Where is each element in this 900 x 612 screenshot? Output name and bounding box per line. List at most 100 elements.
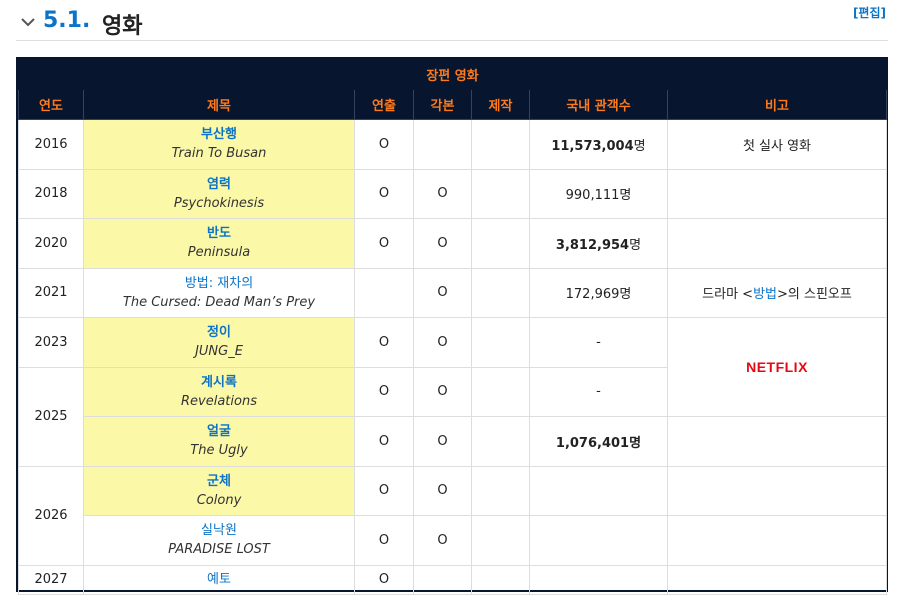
note-link[interactable]: 방법 <box>753 287 777 302</box>
film-title-en: Colony <box>196 492 242 508</box>
col-header-produce: 제작 <box>471 89 530 120</box>
note-cell: 드라마 <방법>의 스핀오프 <box>667 267 887 318</box>
direct-cell: O <box>354 416 414 467</box>
film-title-en: PARADISE LOST <box>168 542 270 558</box>
title-cell: 반도 Peninsula <box>83 218 355 269</box>
script-cell: O <box>413 465 472 516</box>
section-header: 5.1. 영화 [편집] <box>16 6 888 41</box>
produce-cell <box>471 416 530 467</box>
film-title-link[interactable]: 정이 <box>84 323 354 342</box>
film-title-link[interactable]: 염력 <box>84 175 354 194</box>
audience-value: 1,076,401 <box>555 435 630 451</box>
audience-cell: 1,076,401명 <box>529 416 668 467</box>
netflix-logo: NETFLIX <box>746 358 808 375</box>
note-cell <box>667 218 887 269</box>
film-title-en: The Ugly <box>190 443 248 459</box>
table-caption: 장편 영화 <box>18 59 887 90</box>
year-cell: 2016 <box>18 119 84 170</box>
film-title-link[interactable]: 계시록 <box>84 373 354 392</box>
script-cell: O <box>413 366 472 417</box>
audience-cell: 990,111명 <box>529 168 668 219</box>
script-cell <box>413 564 472 595</box>
note-suffix: >의 스핀오프 <box>777 287 852 303</box>
year-cell: 2018 <box>18 168 84 219</box>
year-cell: 2025 <box>18 366 84 467</box>
film-title-link[interactable]: 부산행 <box>84 125 354 144</box>
audience-value: 990,111 <box>565 188 620 204</box>
note-cell <box>667 416 887 467</box>
script-cell: O <box>413 416 472 467</box>
produce-cell <box>471 465 530 516</box>
produce-cell <box>471 564 530 595</box>
film-title-link[interactable]: 군체 <box>84 472 354 491</box>
produce-cell <box>471 317 530 368</box>
title-cell: 예토 <box>83 564 355 595</box>
audience-cell: - <box>529 317 668 368</box>
table-row: 2018 염력 Psychokinesis O O 990,111명 <box>18 168 887 219</box>
produce-cell <box>471 515 530 566</box>
col-header-note: 비고 <box>667 89 887 120</box>
direct-cell: O <box>354 515 414 566</box>
note-cell <box>667 564 887 595</box>
table-row: 실낙원 PARADISE LOST O O <box>19 515 887 566</box>
film-title-en: JUNG_E <box>195 344 243 360</box>
table-row: 2021 방법: 재차의 The Cursed: Dead Man’s Prey… <box>18 267 887 318</box>
film-title-link[interactable]: 얼굴 <box>84 422 354 441</box>
direct-cell <box>354 267 414 318</box>
table-row: 2027 예토 O <box>18 564 887 595</box>
audience-unit: 명 <box>633 138 646 154</box>
film-title-en: The Cursed: Dead Man’s Prey <box>122 294 316 310</box>
audience-cell <box>529 515 668 566</box>
films-table: 장편 영화 연도 제목 연출 각본 제작 국내 관객수 비고 2016 부산행 … <box>16 57 888 595</box>
audience-unit: 명 <box>619 287 632 303</box>
title-cell: 군체 Colony <box>83 465 355 516</box>
film-title-en: Peninsula <box>187 245 251 261</box>
year-cell: 2026 <box>18 465 84 566</box>
direct-cell: O <box>354 218 414 269</box>
edit-link[interactable]: [편집] <box>853 4 886 21</box>
table-row: 2026 군체 Colony O O <box>18 465 887 566</box>
audience-unit: 명 <box>629 435 642 451</box>
script-cell <box>413 119 472 170</box>
year-cell: 2023 <box>18 317 84 368</box>
audience-cell: 11,573,004명 <box>529 119 668 170</box>
col-header-script: 각본 <box>413 89 472 120</box>
title-cell: 실낙원 PARADISE LOST <box>83 515 355 566</box>
title-cell: 정이 JUNG_E <box>83 317 355 368</box>
section-number: 5.1. <box>43 8 91 33</box>
film-title-en: Psychokinesis <box>173 195 265 211</box>
note-prefix: 드라마 < <box>702 287 754 303</box>
direct-cell: O <box>354 119 414 170</box>
audience-unit: 명 <box>619 188 632 204</box>
film-title-link[interactable]: 방법: 재차의 <box>84 274 354 293</box>
direct-cell: O <box>354 366 414 417</box>
audience-cell <box>529 465 668 516</box>
produce-cell <box>471 168 530 219</box>
audience-value: 172,969 <box>565 287 620 303</box>
col-header-year: 연도 <box>18 89 84 120</box>
audience-value: 3,812,954 <box>555 237 630 253</box>
table-row: 2016 부산행 Train To Busan O 11,573,004명 첫 … <box>18 119 887 170</box>
note-cell <box>667 168 887 219</box>
note-cell: 첫 실사 영화 <box>667 119 887 170</box>
audience-cell <box>529 564 668 595</box>
produce-cell <box>471 119 530 170</box>
produce-cell <box>471 218 530 269</box>
table-row: 2023 정이 JUNG_E O O - NETFLIX <box>18 317 887 417</box>
audience-value: 11,573,004 <box>551 138 634 154</box>
script-cell: O <box>413 168 472 219</box>
film-title-link[interactable]: 실낙원 <box>84 521 354 540</box>
produce-cell <box>471 267 530 318</box>
audience-unit: 명 <box>629 237 642 253</box>
film-title-link[interactable]: 반도 <box>84 224 354 243</box>
film-title-link[interactable]: 예토 <box>84 570 354 589</box>
audience-cell: - <box>529 366 668 417</box>
title-cell: 방법: 재차의 The Cursed: Dead Man’s Prey <box>83 267 355 318</box>
note-cell: NETFLIX <box>667 317 887 417</box>
year-cell: 2021 <box>18 267 84 318</box>
script-cell: O <box>413 267 472 318</box>
title-cell: 염력 Psychokinesis <box>83 168 355 219</box>
audience-cell: 3,812,954명 <box>529 218 668 269</box>
chevron-down-icon[interactable] <box>20 14 36 30</box>
title-cell: 계시록 Revelations <box>83 366 355 417</box>
